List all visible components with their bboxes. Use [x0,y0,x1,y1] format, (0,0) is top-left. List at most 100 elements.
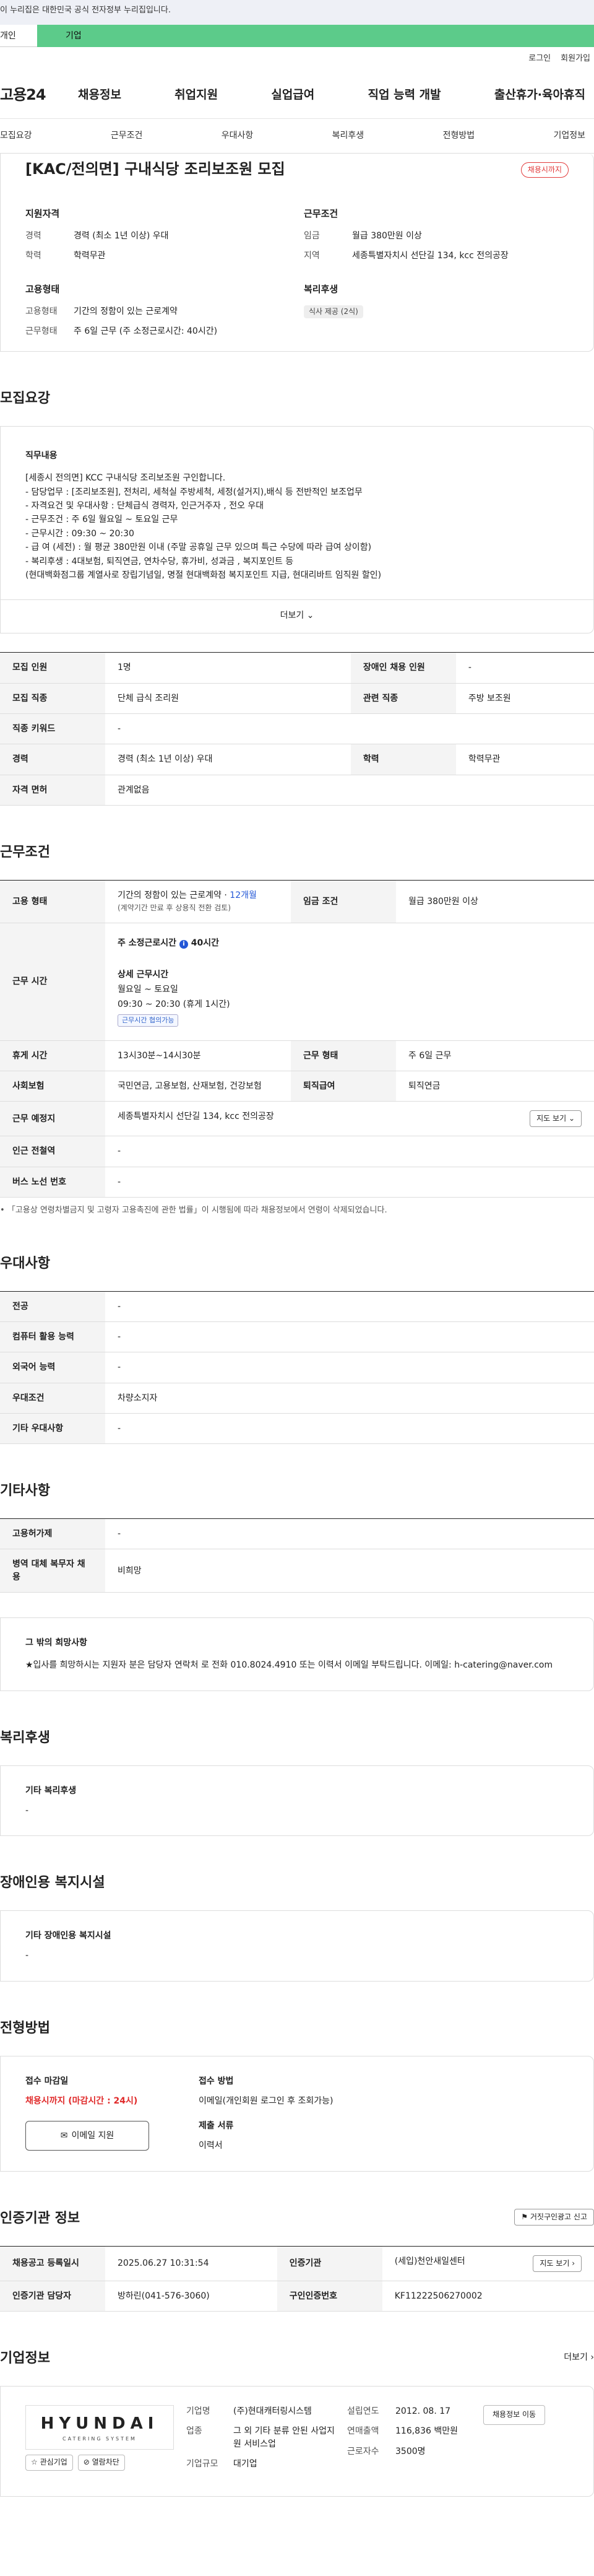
row-value: 주 6일 근무 [396,1040,594,1071]
favorite-company-button[interactable]: ☆ 관심기업 [25,2455,73,2471]
gov-notice: 이 누리집은 대한민국 공식 전자정부 누리집입니다. [0,6,171,15]
condition-heading: 근무조건 [304,207,338,219]
report-button[interactable]: ⚑ 거짓구인광고 신고 [514,2208,594,2226]
company-name-label: 기업명 [186,2406,210,2417]
row-header: 인증기관 담당자 [0,2281,105,2312]
row-value: 세종특별자치시 선단길 134, kcc 전의공장 지도 보기 ⌄ [105,1101,594,1137]
row-header: 기타 우대사항 [0,1413,105,1445]
row-header: 학력 [350,744,456,775]
table-row: 휴게 시간 13시30분~14시30분 근무 형태 주 6일 근무 [0,1040,594,1071]
etc-section-title: 기타사항 [0,1483,50,1499]
report-icon: ⚑ [521,2212,528,2221]
welfare-section-title: 복리후생 [0,1730,50,1746]
table-row: 인근 전철역 - [0,1136,594,1167]
company-logo: HYUNDAI CATERING SYSTEM [25,2405,174,2450]
row-header: 직종 키워드 [0,713,105,745]
tab-personal[interactable]: 개인 [0,25,37,47]
table-row: 직종 키워드 - [0,713,594,745]
block-company-button[interactable]: ⊘ 열람차단 [77,2455,125,2471]
table-row: 컴퓨터 활용 능력 - [0,1321,594,1353]
anchor-selection[interactable]: 전형방법 [443,129,475,142]
table-row: 사회보험 국민연금, 고용보험, 산재보험, 건강보험 퇴직급여 퇴직연금 [0,1071,594,1102]
row-value: 관계없음 [105,775,594,806]
other-request-heading: 그 밖의 희망사항 [25,1638,87,1648]
gnb-item-training[interactable]: 직업 능력 개발 [368,87,441,104]
site-logo[interactable]: 고용24 [0,84,78,106]
preference-table: 전공 - 컴퓨터 활용 능력 - 외국어 능력 - 우대조건 차량소지자 기타 우대사항… [0,1290,594,1445]
login-link[interactable]: 로그인 [528,54,551,63]
sales-value: 116,836 백만원 [395,2426,458,2437]
qualification-heading: 지원자격 [25,207,60,219]
row-value: 단체 급식 조리원 [105,683,351,715]
cert-section-title: 인증기관 정보 [0,2210,80,2226]
row-header: 임금 조건 [291,880,396,924]
row-header: 관련 직종 [350,683,456,715]
region-value: 세종특별자치시 선단길 134, kcc 전의공장 [352,250,509,261]
table-row: 경력 경력 (최소 1년 이상) 우대 학력 학력무관 [0,744,594,775]
table-row: 외국어 능력 - [0,1352,594,1383]
work-days: 월요일 ~ 토요일 [118,984,178,994]
row-header: 사회보험 [0,1071,105,1102]
condition-section-title: 근무조건 [0,844,50,860]
docs-value: 이력서 [199,2141,223,2151]
row-header: 고용 형태 [0,880,105,924]
anchor-welfare[interactable]: 복리후생 [332,129,364,142]
employment-heading: 고용형태 [25,284,60,295]
worktype-value: 주 6일 근무 (주 소정근로시간: 40시간) [74,326,218,337]
location-text: 세종특별자치시 선단길 134, kcc 전의공장 [118,1112,274,1122]
gnb-item-jobs[interactable]: 채용정보 [78,87,121,104]
welfare-etc-value: - [25,1805,29,1816]
row-value: - [105,713,594,745]
industry-value: 그 외 기타 분류 안된 사업지원 서비스업 [233,2426,335,2449]
logo-word: HYUNDAI [40,2414,159,2433]
contract-note: (계약기간 만료 후 상용직 전환 검토) [118,903,231,913]
emptype-label: 고용형태 [25,306,58,316]
sales-label: 연매출액 [347,2426,379,2437]
map-button[interactable]: 지도 보기 ⌄ [530,1110,582,1128]
gnb-item-leave[interactable]: 출산휴가·육아휴직 [494,87,585,104]
industry-label: 업종 [186,2426,202,2437]
row-value: 차량소지자 [105,1383,594,1414]
row-header: 인근 전철역 [0,1136,105,1167]
anchor-condition[interactable]: 근무조건 [111,129,143,142]
anchor-recruit[interactable]: 모집요강 [0,129,32,142]
table-row: 모집 직종 단체 급식 조리원 관련 직종 주방 보조원 [0,683,594,715]
welfare-card: 기타 복리후생 - [0,1765,594,1837]
job-desc-line: - 근무조건 : 주 6일 월요일 ~ 토요일 근무 [25,515,178,525]
job-desc-line: - 담당업무 : [조리보조원], 전처리, 세척실 주방세척, 세정(설거지)… [25,487,363,497]
gnb-item-support[interactable]: 취업지원 [174,87,218,104]
job-desc-line: - 근무시간 : 09:30 ~ 20:30 [25,528,134,539]
anchor-preference[interactable]: 우대사항 [222,129,254,142]
row-header: 구인인증번호 [277,2281,382,2312]
gnb-menu: 채용정보 취업지원 실업급여 직업 능력 개발 출산휴가·육아휴직 [78,87,594,104]
anchor-company[interactable]: 기업정보 [553,129,585,142]
gnb-item-benefit[interactable]: 실업급여 [271,87,314,104]
edu-value: 학력무관 [74,250,106,261]
welfare-group: 복리후생 식사 제공 (2식) [304,283,569,345]
info-icon[interactable]: i [179,940,188,949]
more-button[interactable]: 더보기 ⌄ [1,599,593,633]
disability-card: 기타 장애인용 복지시설 - [0,1910,594,1982]
row-value: 2025.06.27 10:31:54 [105,2246,277,2282]
join-link[interactable]: 회원가입 [561,54,590,63]
cert-map-button[interactable]: 지도 보기 › [533,2255,582,2272]
company-size-value: 대기업 [233,2459,257,2469]
company-jobs-button[interactable]: 채용정보 이동 [483,2405,546,2425]
logo-sub: CATERING SYSTEM [62,2436,137,2442]
row-value: KF11222506270002 [382,2281,594,2312]
method-value: 이메일(개인회원 로그인 후 조회가능) [199,2095,334,2106]
email-apply-button[interactable]: ✉ 이메일 지원 [25,2121,149,2151]
job-desc-line: - 자격요건 및 우대사항 : 단체급식 경력자, 인근거주자 , 전오 우대 [25,501,264,511]
table-row: 우대조건 차량소지자 [0,1383,594,1414]
company-more-link[interactable]: 더보기 › [564,2351,594,2364]
util-bar: 로그인 회원가입 [0,47,594,72]
row-value: 기간의 정함이 있는 근로계약 · 12개월 (계약기간 만료 후 상용직 전환 … [105,880,291,924]
row-value: 국민연금, 고용보험, 산재보험, 건강보험 [105,1071,291,1102]
row-header: 퇴직급여 [291,1071,396,1102]
career-value: 경력 (최소 1년 이상) 우대 [74,230,169,241]
row-value: 학력무관 [455,744,594,775]
row-value: (세입)천안새일센터 지도 보기 › [382,2246,594,2282]
row-value: 주 소정근로시간 i 40시간 상세 근무시간 월요일 ~ 토요일 09:30 … [105,923,594,1041]
tab-company[interactable]: 기업 [37,25,594,47]
table-row: 병역 대체 복무자 채용 비희망 [0,1549,594,1593]
